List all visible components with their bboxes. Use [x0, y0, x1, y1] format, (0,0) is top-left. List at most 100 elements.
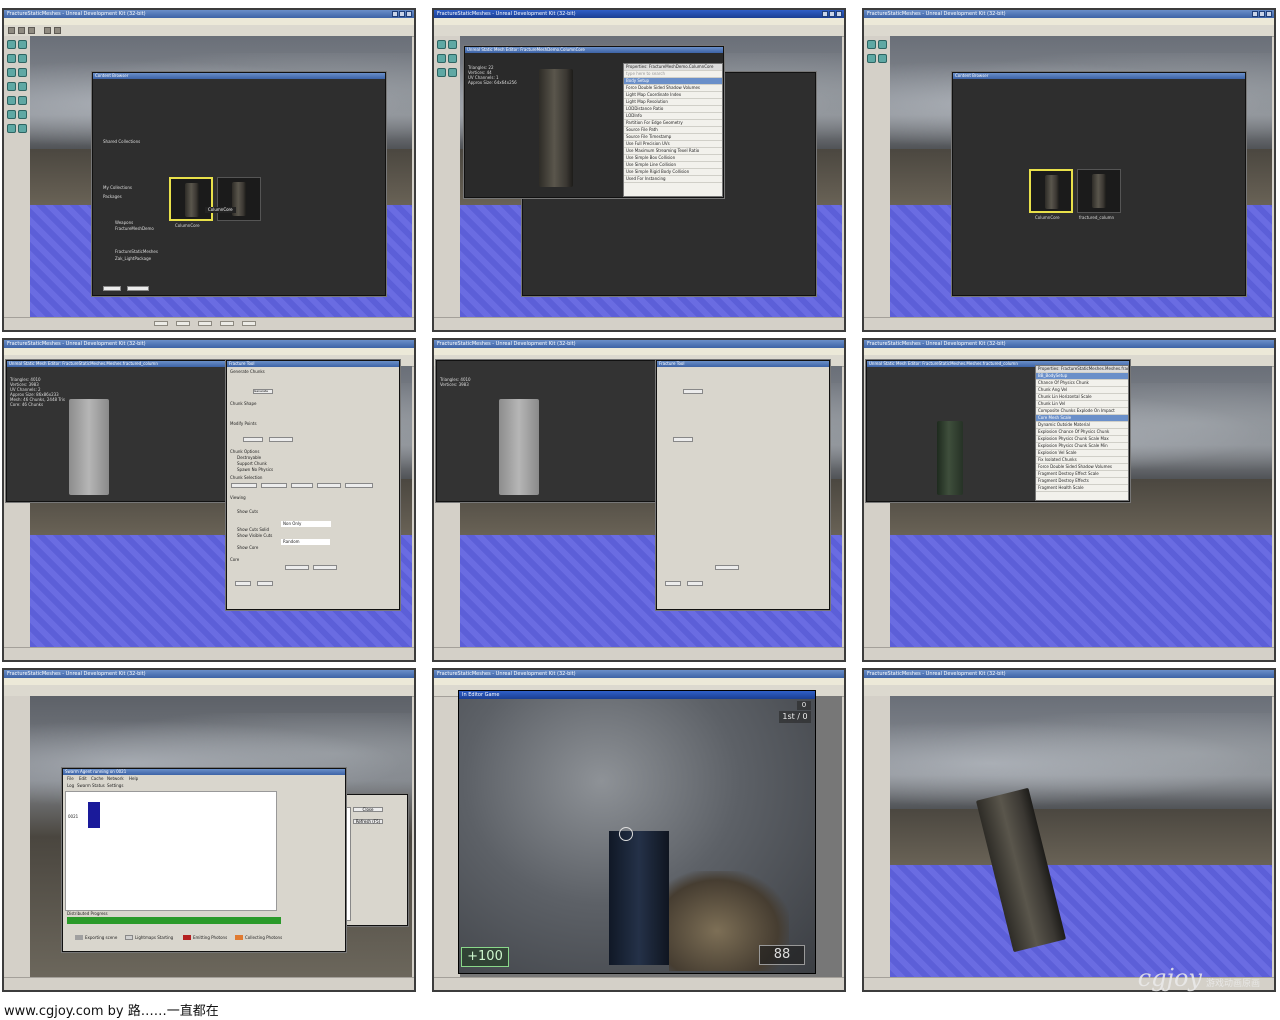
texture-mode-icon[interactable]: [448, 54, 457, 63]
property-row[interactable]: Use Maximum Streaming Texel Ratio: [624, 148, 722, 155]
package-item[interactable]: Weapons: [115, 220, 133, 226]
new-button[interactable]: [103, 286, 121, 291]
sheet-brush-icon[interactable]: [18, 82, 27, 91]
generate-button[interactable]: Generate: [253, 389, 273, 394]
property-row[interactable]: Chunk Lin Vel: [1036, 401, 1128, 408]
menu-item[interactable]: Network: [107, 776, 124, 782]
select-top-button[interactable]: [291, 483, 313, 488]
undo-icon[interactable]: [44, 27, 51, 34]
property-row[interactable]: BB_BodySetup: [1036, 373, 1128, 380]
geometry-mode-icon[interactable]: [18, 40, 27, 49]
property-row[interactable]: Source File Path: [624, 127, 722, 134]
property-row[interactable]: Use Simple Box Collision: [624, 155, 722, 162]
camera-mode-icon[interactable]: [437, 40, 446, 49]
property-row[interactable]: Light Map Resolution: [624, 99, 722, 106]
editor-menubar[interactable]: [864, 348, 1274, 355]
packages-header[interactable]: Packages: [103, 194, 122, 200]
cylinder-brush-icon[interactable]: [7, 82, 16, 91]
property-row[interactable]: Explosion Chance Of Physics Chunk: [1036, 429, 1128, 436]
property-row[interactable]: Fragment Health Scale: [1036, 485, 1128, 492]
close-icon[interactable]: [1266, 11, 1272, 17]
asset-thumbnail-selected[interactable]: [169, 177, 213, 221]
menu-item[interactable]: Help: [129, 776, 138, 782]
checkbox-label[interactable]: Show Cuts: [237, 509, 258, 515]
editor-menubar[interactable]: [4, 18, 414, 25]
maximize-icon[interactable]: [829, 11, 835, 17]
new-icon[interactable]: [8, 27, 15, 34]
property-row[interactable]: Source File Timestamp: [624, 134, 722, 141]
status-field[interactable]: [242, 321, 256, 326]
cancel-core-button[interactable]: [313, 565, 337, 570]
camera-mode-icon[interactable]: [7, 40, 16, 49]
property-row[interactable]: Core Mesh Scale: [1036, 415, 1128, 422]
tab-settings[interactable]: Settings: [107, 783, 123, 789]
save-icon[interactable]: [28, 27, 35, 34]
stairs-brush-icon[interactable]: [7, 96, 16, 105]
property-row[interactable]: Composite Chunks Explode On Impact: [1036, 408, 1128, 415]
checkbox-label[interactable]: Support Chunk: [237, 461, 267, 467]
checkbox-label[interactable]: Show Visible Cuts: [237, 533, 272, 539]
terrain-mode-icon[interactable]: [867, 54, 876, 63]
randomize-button[interactable]: [243, 437, 263, 442]
close-icon[interactable]: [836, 11, 842, 17]
cone-brush-icon[interactable]: [18, 68, 27, 77]
camera-mode-icon[interactable]: [867, 40, 876, 49]
in-editor-game-window[interactable]: In Editor Game 0 1st / 0 +100 88: [458, 690, 816, 974]
select-bottom-button[interactable]: [317, 483, 341, 488]
property-row[interactable]: Fragment Destroy Effect Scale: [1036, 471, 1128, 478]
randomize-button[interactable]: [673, 437, 693, 442]
slice-color-mode-select[interactable]: Random: [281, 539, 330, 545]
property-row[interactable]: Light Map Coordinate Index: [624, 92, 722, 99]
slice-button[interactable]: [235, 581, 251, 586]
menu-item[interactable]: Cache: [91, 776, 103, 782]
cube-brush-icon[interactable]: [437, 68, 446, 77]
show-mode-select[interactable]: Non Only: [281, 521, 332, 527]
property-row[interactable]: Chance Of Physics Chunk: [1036, 380, 1128, 387]
asset-thumbnail-selected[interactable]: [1029, 169, 1073, 213]
volume-icon[interactable]: [7, 124, 16, 133]
import-button[interactable]: [127, 286, 149, 291]
property-row[interactable]: Explosion Vel Scale: [1036, 450, 1128, 457]
texture-mode-icon[interactable]: [18, 54, 27, 63]
mesh-preview[interactable]: [69, 399, 109, 495]
property-row[interactable]: Dynamic Outside Material: [1036, 422, 1128, 429]
status-field[interactable]: [154, 321, 168, 326]
csg-add-icon[interactable]: [7, 110, 16, 119]
texture-mode-icon[interactable]: [878, 54, 887, 63]
close-button[interactable]: [687, 581, 703, 586]
minimize-icon[interactable]: [392, 11, 398, 17]
redo-icon[interactable]: [54, 27, 61, 34]
property-row[interactable]: Use Full Precision UVs: [624, 141, 722, 148]
editor-menubar[interactable]: [434, 18, 844, 25]
tab-swarm-status[interactable]: Swarm Status: [77, 783, 105, 789]
status-field[interactable]: [198, 321, 212, 326]
property-row[interactable]: Explosion Physics Chunk Scale Max: [1036, 436, 1128, 443]
open-icon[interactable]: [18, 27, 25, 34]
property-row[interactable]: Fix Isolated Chunks: [1036, 457, 1128, 464]
checkbox-label[interactable]: Destroyable: [237, 455, 261, 461]
shared-collections-header[interactable]: Shared Collections: [103, 139, 140, 145]
minimize-icon[interactable]: [1252, 11, 1258, 17]
close-icon[interactable]: [406, 11, 412, 17]
sphere-brush-icon[interactable]: [18, 96, 27, 105]
editor-menubar[interactable]: [434, 348, 844, 355]
property-row[interactable]: Force Double Sided Shadow Volumes: [1036, 464, 1128, 471]
tab-log[interactable]: Log: [67, 783, 74, 789]
package-item[interactable]: FractureStaticMeshes: [115, 249, 158, 255]
terrain-mode-icon[interactable]: [437, 54, 446, 63]
property-search[interactable]: type here to search: [624, 71, 722, 78]
cone-brush-icon[interactable]: [448, 68, 457, 77]
invert-selection-button[interactable]: [345, 483, 373, 488]
geometry-mode-icon[interactable]: [448, 40, 457, 49]
my-collections-header[interactable]: My Collections: [103, 185, 132, 191]
maximize-icon[interactable]: [399, 11, 405, 17]
menu-item[interactable]: File: [67, 776, 74, 782]
property-row[interactable]: Fragment Destroy Effects: [1036, 478, 1128, 485]
cube-brush-icon[interactable]: [7, 68, 16, 77]
show-selected-icon[interactable]: [18, 124, 27, 133]
minimize-icon[interactable]: [822, 11, 828, 17]
refresh-button[interactable]: Refresh (F5): [353, 819, 383, 824]
accept-core-button[interactable]: [715, 565, 739, 570]
accept-core-button[interactable]: [285, 565, 309, 570]
checkbox-label[interactable]: Show Cuts Solid: [237, 527, 269, 533]
